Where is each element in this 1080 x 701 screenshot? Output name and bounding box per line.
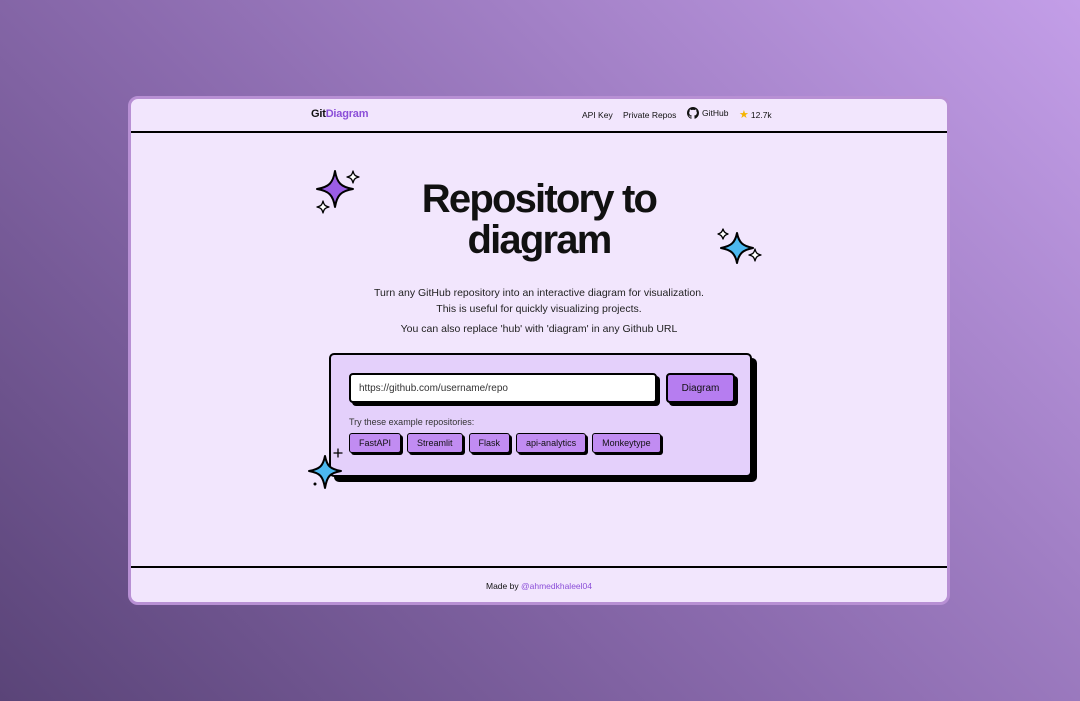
subtitle-line3: You can also replace 'hub' with 'diagram…: [400, 323, 678, 335]
footer: Made by @ahmedkhaleel04: [131, 566, 947, 602]
star-icon: ★: [739, 109, 749, 121]
hero-title: Repository to diagram: [131, 179, 947, 261]
star-count: 12.7k: [750, 109, 772, 120]
nav-github-label: GitHub: [702, 108, 729, 118]
footer-made-by: Made by: [486, 581, 519, 591]
nav-api-key[interactable]: API Key: [582, 110, 613, 120]
header: GitDiagram API Key Private Repos GitHub …: [131, 99, 947, 133]
star-count-link[interactable]: ★ 12.7k: [739, 108, 772, 121]
hero-title-line2: diagram: [467, 218, 612, 262]
sparkle-icon: [308, 448, 343, 489]
nav-private-repos[interactable]: Private Repos: [623, 110, 676, 120]
logo-git: Git: [311, 108, 326, 120]
app-window: GitDiagram API Key Private Repos GitHub …: [128, 96, 950, 605]
repo-input-card: Diagram Try these example repositories: …: [329, 353, 752, 477]
diagram-button[interactable]: Diagram: [666, 373, 735, 403]
example-chip-monkeytype[interactable]: Monkeytype: [592, 433, 661, 453]
example-chip-streamlit[interactable]: Streamlit: [407, 433, 463, 453]
example-chip-flask[interactable]: Flask: [468, 433, 511, 453]
example-repos: FastAPI Streamlit Flask api-analytics Mo…: [349, 433, 661, 453]
logo[interactable]: GitDiagram: [311, 108, 369, 120]
example-chip-api-analytics[interactable]: api-analytics: [516, 433, 587, 453]
repo-url-input[interactable]: [349, 373, 657, 403]
author-link[interactable]: @ahmedkhaleel04: [521, 581, 592, 591]
nav-github[interactable]: GitHub: [687, 107, 728, 119]
subtitle-line1: Turn any GitHub repository into an inter…: [374, 287, 704, 299]
hero-title-line1: Repository to: [421, 177, 658, 221]
logo-diagram: Diagram: [325, 108, 369, 120]
github-icon: [687, 107, 699, 119]
examples-label: Try these example repositories:: [349, 417, 475, 427]
example-chip-fastapi[interactable]: FastAPI: [349, 433, 402, 453]
subtitle-line2: This is useful for quickly visualizing p…: [436, 303, 642, 315]
